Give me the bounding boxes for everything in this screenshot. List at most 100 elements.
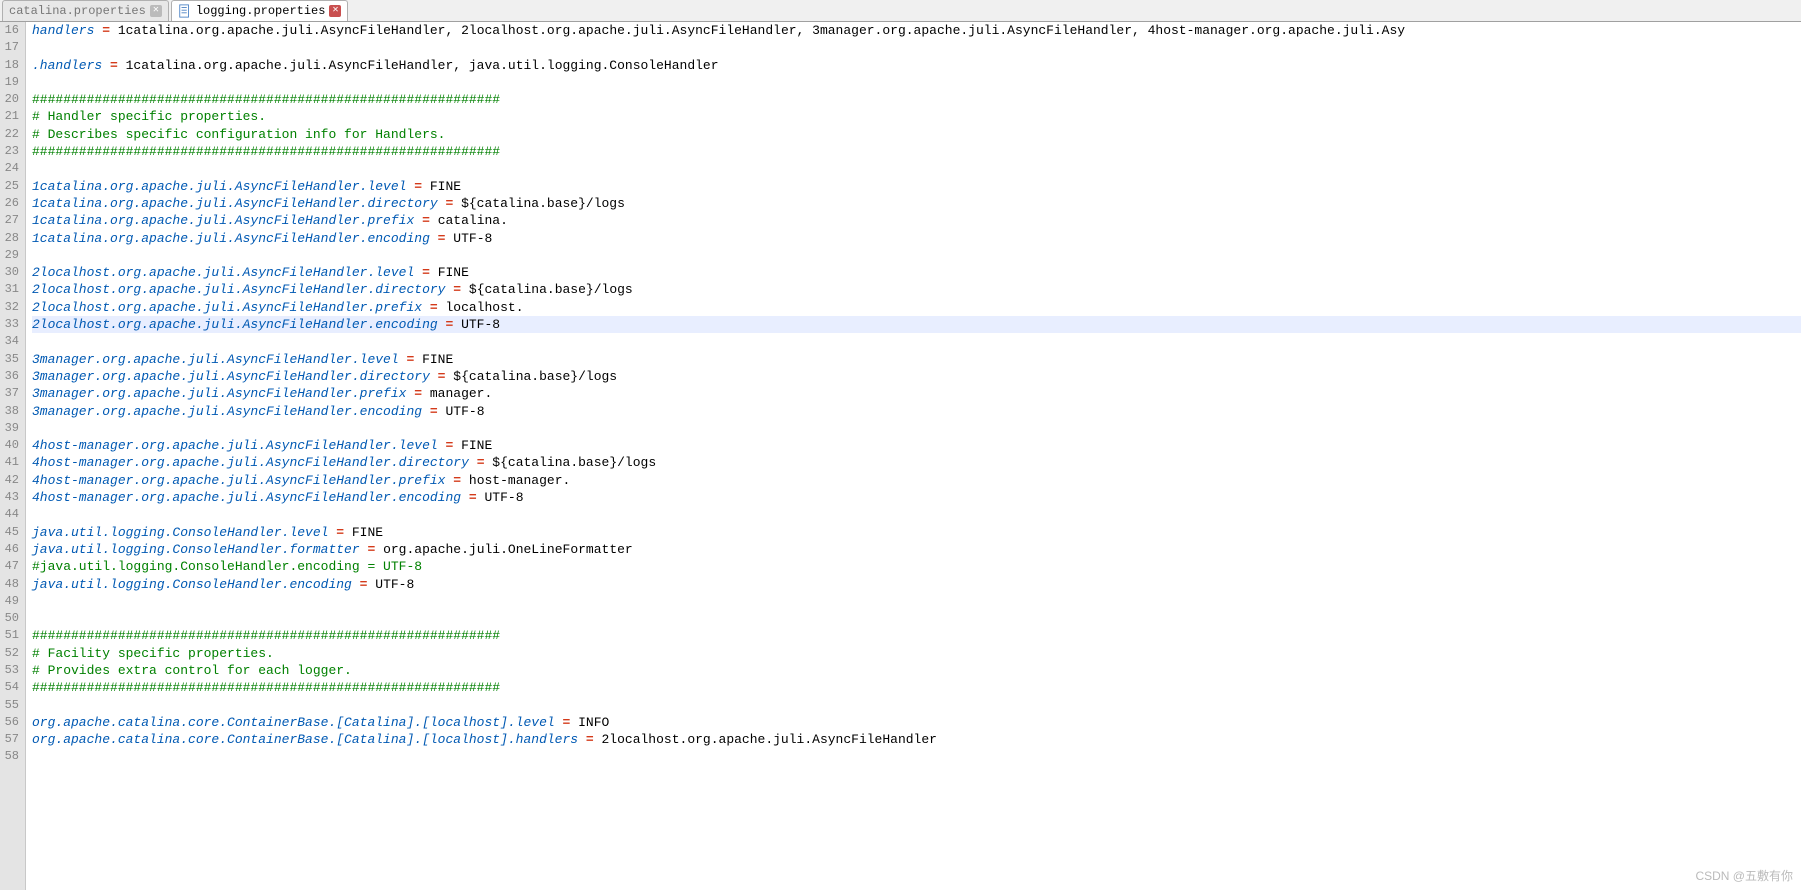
code-line[interactable]: 4host-manager.org.apache.juli.AsyncFileH… <box>32 472 1801 489</box>
line-number: 46 <box>4 541 19 558</box>
code-line[interactable]: # Describes specific configuration info … <box>32 126 1801 143</box>
line-number: 44 <box>4 506 19 523</box>
property-value: manager. <box>422 386 492 401</box>
tab-label: catalina.properties <box>9 4 146 18</box>
code-line[interactable]: 1catalina.org.apache.juli.AsyncFileHandl… <box>32 212 1801 229</box>
code-line[interactable]: ########################################… <box>32 143 1801 160</box>
code-line[interactable]: 2localhost.org.apache.juli.AsyncFileHand… <box>32 299 1801 316</box>
property-key: org.apache.catalina.core.ContainerBase.[… <box>32 732 586 747</box>
line-number: 26 <box>4 195 19 212</box>
comment-text: ########################################… <box>32 628 500 643</box>
code-line[interactable]: 4host-manager.org.apache.juli.AsyncFileH… <box>32 437 1801 454</box>
equals-sign: = <box>586 732 594 747</box>
code-line[interactable]: 3manager.org.apache.juli.AsyncFileHandle… <box>32 385 1801 402</box>
code-line[interactable]: ########################################… <box>32 679 1801 696</box>
property-value: FINE <box>453 438 492 453</box>
property-key: java.util.logging.ConsoleHandler.formatt… <box>32 542 367 557</box>
property-key: 4host-manager.org.apache.juli.AsyncFileH… <box>32 473 453 488</box>
code-line[interactable] <box>32 160 1801 177</box>
line-number: 55 <box>4 697 19 714</box>
property-key: 4host-manager.org.apache.juli.AsyncFileH… <box>32 438 445 453</box>
tab-catalina-properties[interactable]: catalina.properties ✕ <box>2 0 169 21</box>
code-line[interactable]: java.util.logging.ConsoleHandler.level =… <box>32 524 1801 541</box>
equals-sign: = <box>469 490 477 505</box>
equals-sign: = <box>414 179 422 194</box>
property-value: 2localhost.org.apache.juli.AsyncFileHand… <box>594 732 937 747</box>
tab-logging-properties[interactable]: logging.properties ✕ <box>171 0 349 21</box>
equals-sign: = <box>453 282 461 297</box>
line-number: 21 <box>4 108 19 125</box>
code-line[interactable] <box>32 420 1801 437</box>
close-icon[interactable]: ✕ <box>329 5 341 17</box>
code-area[interactable]: handlers = 1catalina.org.apache.juli.Asy… <box>26 22 1801 890</box>
property-key: 2localhost.org.apache.juli.AsyncFileHand… <box>32 300 430 315</box>
code-line[interactable]: 2localhost.org.apache.juli.AsyncFileHand… <box>32 281 1801 298</box>
code-line[interactable]: org.apache.catalina.core.ContainerBase.[… <box>32 714 1801 731</box>
code-line[interactable] <box>32 39 1801 56</box>
equals-sign: = <box>102 23 110 38</box>
line-number: 29 <box>4 247 19 264</box>
code-line[interactable] <box>32 697 1801 714</box>
line-number: 40 <box>4 437 19 454</box>
code-line[interactable] <box>32 593 1801 610</box>
line-number: 56 <box>4 714 19 731</box>
code-line[interactable] <box>32 333 1801 350</box>
equals-sign: = <box>422 213 430 228</box>
code-line[interactable]: handlers = 1catalina.org.apache.juli.Asy… <box>32 22 1801 39</box>
code-line[interactable]: org.apache.catalina.core.ContainerBase.[… <box>32 731 1801 748</box>
property-value: UTF-8 <box>453 317 500 332</box>
comment-text: ########################################… <box>32 680 500 695</box>
code-line[interactable] <box>32 506 1801 523</box>
code-line[interactable]: .handlers = 1catalina.org.apache.juli.As… <box>32 57 1801 74</box>
code-line[interactable]: 4host-manager.org.apache.juli.AsyncFileH… <box>32 454 1801 471</box>
comment-text: ########################################… <box>32 144 500 159</box>
code-line[interactable]: 1catalina.org.apache.juli.AsyncFileHandl… <box>32 178 1801 195</box>
code-line[interactable] <box>32 748 1801 765</box>
property-value: UTF-8 <box>367 577 414 592</box>
code-line[interactable]: # Handler specific properties. <box>32 108 1801 125</box>
code-line[interactable]: 1catalina.org.apache.juli.AsyncFileHandl… <box>32 230 1801 247</box>
property-value: INFO <box>570 715 609 730</box>
line-number: 16 <box>4 22 19 39</box>
close-icon[interactable]: ✕ <box>150 5 162 17</box>
line-number: 35 <box>4 351 19 368</box>
line-number: 27 <box>4 212 19 229</box>
line-number: 57 <box>4 731 19 748</box>
property-key: handlers <box>32 23 102 38</box>
code-line[interactable] <box>32 610 1801 627</box>
code-line[interactable] <box>32 247 1801 264</box>
code-line[interactable]: 3manager.org.apache.juli.AsyncFileHandle… <box>32 368 1801 385</box>
comment-text: # Handler specific properties. <box>32 109 266 124</box>
code-line[interactable]: ########################################… <box>32 627 1801 644</box>
property-key: 2localhost.org.apache.juli.AsyncFileHand… <box>32 317 445 332</box>
property-value: FINE <box>414 352 453 367</box>
code-line[interactable]: java.util.logging.ConsoleHandler.formatt… <box>32 541 1801 558</box>
code-line[interactable]: 3manager.org.apache.juli.AsyncFileHandle… <box>32 403 1801 420</box>
code-line[interactable]: 4host-manager.org.apache.juli.AsyncFileH… <box>32 489 1801 506</box>
code-line[interactable]: # Provides extra control for each logger… <box>32 662 1801 679</box>
line-number: 54 <box>4 679 19 696</box>
line-number: 58 <box>4 748 19 765</box>
tab-bar: catalina.properties ✕ logging.properties… <box>0 0 1801 22</box>
property-value: ${catalina.base}/logs <box>461 282 633 297</box>
equals-sign: = <box>430 300 438 315</box>
code-line[interactable]: # Facility specific properties. <box>32 645 1801 662</box>
code-line[interactable]: 1catalina.org.apache.juli.AsyncFileHandl… <box>32 195 1801 212</box>
property-value: FINE <box>422 179 461 194</box>
property-value: FINE <box>344 525 383 540</box>
code-line[interactable]: 2localhost.org.apache.juli.AsyncFileHand… <box>32 264 1801 281</box>
code-line[interactable]: ########################################… <box>32 91 1801 108</box>
property-value: ${catalina.base}/logs <box>445 369 617 384</box>
property-value: localhost. <box>438 300 524 315</box>
code-line[interactable]: 3manager.org.apache.juli.AsyncFileHandle… <box>32 351 1801 368</box>
code-line[interactable]: 2localhost.org.apache.juli.AsyncFileHand… <box>32 316 1801 333</box>
code-line[interactable]: java.util.logging.ConsoleHandler.encodin… <box>32 576 1801 593</box>
line-number: 32 <box>4 299 19 316</box>
code-line[interactable] <box>32 74 1801 91</box>
code-line[interactable]: #java.util.logging.ConsoleHandler.encodi… <box>32 558 1801 575</box>
line-number: 22 <box>4 126 19 143</box>
comment-text: # Facility specific properties. <box>32 646 274 661</box>
property-key: 2localhost.org.apache.juli.AsyncFileHand… <box>32 265 422 280</box>
line-number: 37 <box>4 385 19 402</box>
line-number: 52 <box>4 645 19 662</box>
